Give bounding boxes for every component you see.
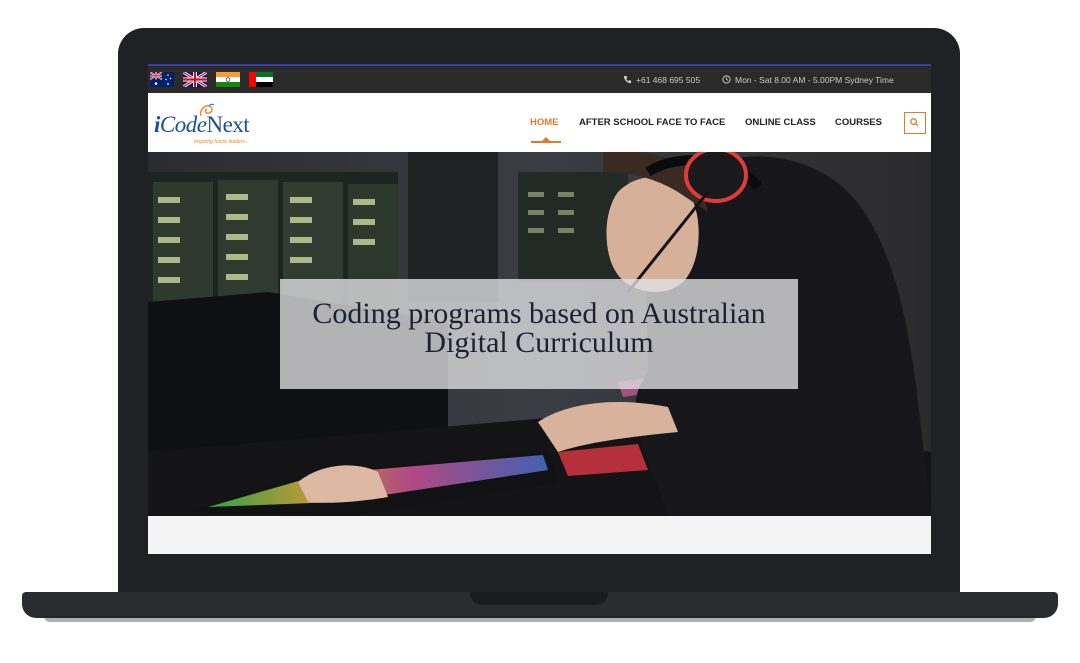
nav-courses[interactable]: COURSES xyxy=(835,117,882,128)
hero-title: Coding programs based on Australian Digi… xyxy=(312,297,766,359)
nav-after-school-face-to-face[interactable]: AFTER SCHOOL FACE TO FACE xyxy=(579,117,725,128)
hours-text: Mon - Sat 8.00 AM - 5.00PM Sydney Time xyxy=(735,75,894,85)
nav-home[interactable]: HOME xyxy=(530,117,559,128)
phone-number: +61 468 695 505 xyxy=(636,75,701,85)
icodenext-logo[interactable]: iCodeNext Inspiring future leaders... xyxy=(154,103,264,145)
uk-flag[interactable] xyxy=(183,72,207,87)
laptop-notch xyxy=(470,592,608,605)
below-hero-section xyxy=(148,516,931,554)
nav-online-class[interactable]: ONLINE CLASS xyxy=(745,117,816,128)
clock-icon xyxy=(722,75,731,86)
site-header: iCodeNext Inspiring future leaders... HO… xyxy=(148,93,931,152)
laptop-screen: +61 468 695 505 Mon - Sat 8.00 AM - 5.00… xyxy=(148,64,931,554)
hero-banner: Coding programs based on Australian Digi… xyxy=(148,152,931,516)
logo-tagline: Inspiring future leaders... xyxy=(194,139,250,145)
search-icon xyxy=(910,118,919,127)
nav-active-underline xyxy=(531,141,561,143)
uae-flag[interactable] xyxy=(249,72,273,87)
phone-icon xyxy=(623,75,632,86)
business-hours: Mon - Sat 8.00 AM - 5.00PM Sydney Time xyxy=(722,75,894,86)
logo-wordmark: iCodeNext xyxy=(154,112,250,137)
australia-flag[interactable] xyxy=(150,72,174,87)
india-flag[interactable] xyxy=(216,72,240,87)
hero-caption-card: Coding programs based on Australian Digi… xyxy=(280,279,798,389)
phone-contact[interactable]: +61 468 695 505 xyxy=(623,75,700,86)
top-utility-bar: +61 468 695 505 Mon - Sat 8.00 AM - 5.00… xyxy=(148,64,931,93)
laptop-shadow xyxy=(44,616,1036,622)
search-button[interactable] xyxy=(904,112,926,134)
